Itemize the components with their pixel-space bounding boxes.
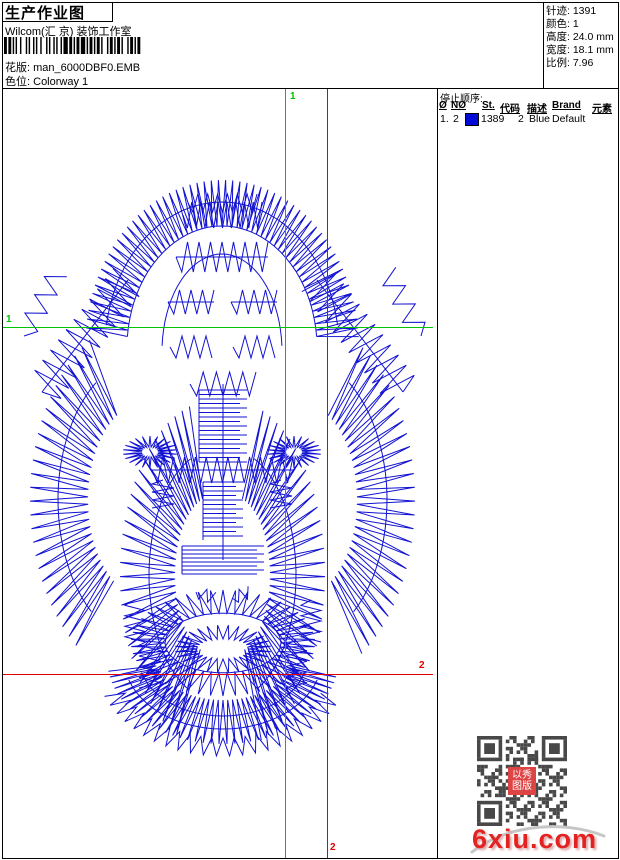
guide-label-2-bottom: 2 [330, 842, 336, 853]
watermark-text: 6xiu.com [472, 824, 598, 854]
svg-text:以秀: 以秀 [512, 769, 532, 781]
guide-red-horizontal [3, 674, 433, 675]
guide-red-vertical [327, 89, 328, 858]
qr-code: 以秀图版 [477, 736, 567, 826]
guide-green-vertical [285, 89, 286, 858]
embroidery-design [23, 180, 426, 758]
svg-text:图版: 图版 [512, 779, 532, 792]
guide-label-1-left: 1 [6, 314, 12, 325]
guide-label-1-top: 1 [290, 91, 296, 102]
guide-label-2-right: 2 [419, 660, 425, 671]
worksheet-page: 生产作业图 Wilcom(汇 京) 装饰工作室 花版: man_6000DBF0… [0, 0, 620, 860]
guide-green-horizontal [3, 327, 433, 328]
